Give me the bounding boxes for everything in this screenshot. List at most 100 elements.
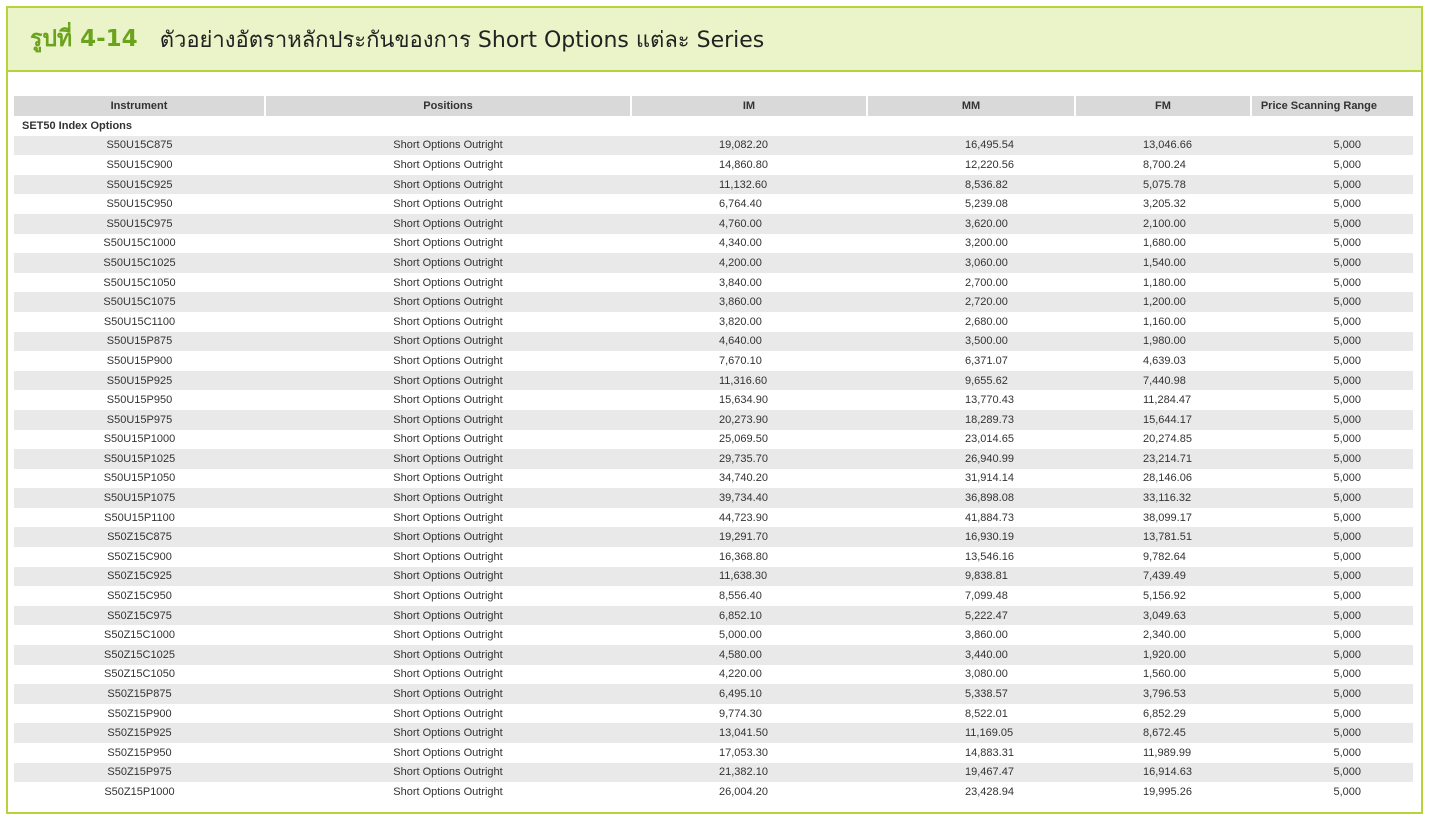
cell-position: Short Options Outright	[393, 315, 503, 328]
cell-mm: 31,914.14	[965, 472, 1014, 485]
cell-price-scanning-range: 5,000	[1251, 723, 1413, 743]
cell-price-scanning-range: 5,000	[1333, 472, 1361, 485]
cell-position: Short Options Outright	[265, 488, 631, 508]
cell-im: 3,840.00	[719, 276, 762, 289]
cell-im: 26,004.20	[719, 785, 768, 798]
cell-im: 34,740.20	[719, 472, 768, 485]
cell-position: Short Options Outright	[393, 472, 503, 485]
cell-position: Short Options Outright	[393, 668, 503, 681]
cell-position: Short Options Outright	[393, 707, 503, 720]
cell-instrument: S50U15C950	[106, 198, 173, 211]
cell-position: Short Options Outright	[265, 174, 631, 195]
cell-price-scanning-range: 5,000	[1251, 409, 1413, 430]
cell-fm: 8,700.24	[1143, 158, 1186, 171]
table-row: S50Z15C975 Short Options Outright 6,852.10…	[14, 605, 1413, 626]
cell-fm: 2,100.00	[1075, 213, 1251, 234]
cell-mm: 3,200.00	[965, 237, 1008, 250]
table-body: SET50 Index Options S50U15C875 Short Opti…	[14, 116, 1413, 802]
cell-fm: 20,274.85	[1143, 433, 1192, 446]
cell-im: 5,000.00	[719, 629, 762, 642]
cell-mm: 3,060.00	[867, 253, 1075, 273]
figure-title: ตัวอย่างอัตราหลักประกันของการ Short Opti…	[159, 27, 765, 53]
cell-mm: 6,371.07	[965, 354, 1008, 367]
table-row: S50Z15C1050 Short Options Outright 4,220.0…	[14, 665, 1413, 685]
cell-mm: 8,536.82	[867, 174, 1075, 195]
cell-instrument: S50Z15C925	[14, 566, 265, 587]
cell-im: 11,316.60	[631, 370, 867, 391]
cell-im: 4,220.00	[719, 668, 762, 681]
cell-price-scanning-range: 5,000	[1251, 566, 1413, 587]
cell-price-scanning-range: 5,000	[1333, 629, 1361, 642]
cell-mm: 2,680.00	[965, 315, 1008, 328]
cell-fm: 1,680.00	[1143, 237, 1186, 250]
cell-instrument: S50Z15C1000	[104, 629, 175, 642]
cell-fm: 38,099.17	[1143, 511, 1192, 524]
table-row: S50U15C1075 Short Options Outright 3,860.0…	[14, 292, 1413, 312]
table-row: S50Z15C1000 Short Options Outright 5,000.0…	[14, 625, 1413, 645]
cell-instrument: S50Z15C1025	[14, 645, 265, 665]
cell-instrument: S50U15C1000	[103, 237, 176, 250]
cell-mm: 16,930.19	[867, 527, 1075, 548]
cell-instrument: S50U15P950	[106, 394, 173, 407]
cell-price-scanning-range: 5,000	[1333, 511, 1361, 524]
cell-mm: 16,495.54	[867, 135, 1075, 156]
table-row: S50U15P1000 Short Options Outright 25,069.…	[14, 430, 1413, 450]
cell-mm: 11,169.05	[867, 723, 1075, 743]
cell-mm: 3,080.00	[965, 668, 1008, 681]
figure-title-bar: รูปที่ 4-14 ตัวอย่างอัตราหลักประกันของกา…	[8, 8, 1421, 72]
cell-position: Short Options Outright	[265, 566, 631, 587]
table-row: S50Z15C875 Short Options Outright 19,291.7…	[14, 527, 1413, 548]
table-row: S50U15P1100 Short Options Outright 44,723.…	[14, 508, 1413, 528]
cell-price-scanning-range: 5,000	[1333, 785, 1361, 798]
cell-position: Short Options Outright	[393, 590, 503, 603]
cell-mm: 5,338.57	[867, 684, 1075, 704]
table-row: S50Z15P1000 Short Options Outright 26,004.…	[14, 782, 1413, 802]
cell-mm: 5,222.47	[867, 605, 1075, 626]
cell-instrument: S50U15P1000	[103, 433, 176, 446]
cell-mm: 9,838.81	[867, 566, 1075, 587]
table-row: S50U15P1050 Short Options Outright 34,740.…	[14, 469, 1413, 489]
cell-instrument: S50Z15C875	[14, 527, 265, 548]
cell-instrument: S50U15P1050	[103, 472, 176, 485]
cell-instrument: S50U15C1100	[103, 315, 176, 328]
cell-position: Short Options Outright	[265, 605, 631, 626]
table-row: S50U15P1075 Short Options Outright 39,734.…	[14, 488, 1413, 508]
cell-price-scanning-range: 5,000	[1333, 590, 1361, 603]
cell-fm: 6,852.29	[1143, 707, 1186, 720]
cell-price-scanning-range: 5,000	[1333, 668, 1361, 681]
table-row: S50U15C975 Short Options Outright 4,760.00…	[14, 213, 1413, 234]
cell-position: Short Options Outright	[265, 213, 631, 234]
cell-fm: 1,200.00	[1075, 292, 1251, 312]
cell-mm: 3,860.00	[965, 629, 1008, 642]
cell-mm: 3,440.00	[867, 645, 1075, 665]
cell-instrument: S50Z15P925	[14, 723, 265, 743]
table-row: S50U15C1050 Short Options Outright 3,840.0…	[14, 273, 1413, 293]
cell-mm: 23,428.94	[965, 785, 1014, 798]
cell-price-scanning-range: 5,000	[1251, 331, 1413, 352]
cell-im: 17,053.30	[719, 746, 768, 759]
cell-instrument: S50U15C875	[14, 135, 265, 156]
cell-position: Short Options Outright	[393, 354, 503, 367]
cell-mm: 13,770.43	[965, 394, 1014, 407]
cell-price-scanning-range: 5,000	[1333, 550, 1361, 563]
cell-position: Short Options Outright	[393, 511, 503, 524]
cell-fm: 5,156.92	[1143, 590, 1186, 603]
cell-price-scanning-range: 5,000	[1251, 135, 1413, 156]
table-row: S50U15P1025 Short Options Outright 29,735.…	[14, 449, 1413, 469]
cell-position: Short Options Outright	[393, 785, 503, 798]
cell-fm: 1,160.00	[1143, 315, 1186, 328]
cell-mm: 8,522.01	[965, 707, 1008, 720]
cell-im: 25,069.50	[719, 433, 768, 446]
margin-table: Instrument Positions IM MM FM Price Scan…	[14, 96, 1413, 802]
cell-fm: 13,781.51	[1075, 527, 1251, 548]
cell-im: 3,820.00	[719, 315, 762, 328]
column-header-im: IM	[631, 96, 868, 116]
cell-im: 4,200.00	[631, 253, 867, 273]
cell-fm: 23,214.71	[1075, 449, 1251, 469]
table-row: S50U15C1000 Short Options Outright 4,340.0…	[14, 234, 1413, 254]
cell-price-scanning-range: 5,000	[1251, 292, 1413, 312]
cell-instrument: S50U15P1075	[14, 488, 265, 508]
cell-mm: 23,014.65	[965, 433, 1014, 446]
cell-im: 15,634.90	[719, 394, 768, 407]
cell-mm: 3,500.00	[867, 331, 1075, 352]
